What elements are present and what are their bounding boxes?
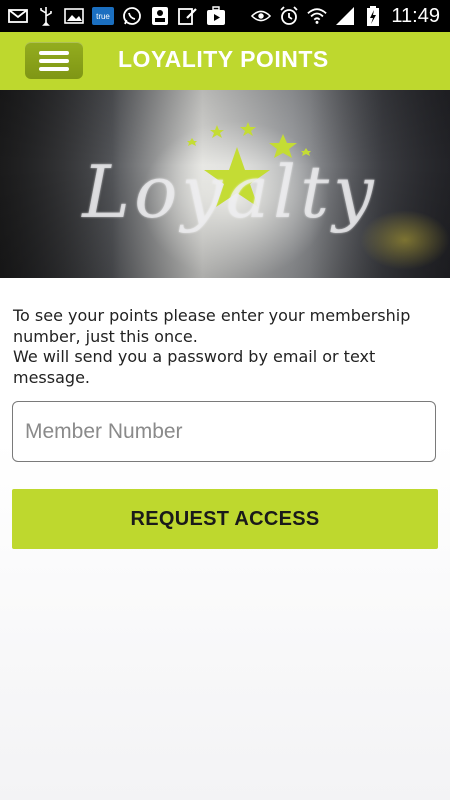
play-store-icon bbox=[206, 6, 226, 26]
edit-icon bbox=[178, 6, 198, 26]
usb-icon bbox=[36, 6, 56, 26]
id-card-icon bbox=[150, 6, 170, 26]
member-number-input[interactable] bbox=[12, 401, 436, 462]
alarm-icon bbox=[279, 6, 299, 26]
status-clock: 11:49 bbox=[391, 4, 440, 27]
page-title: LOYALITY POINTS bbox=[118, 46, 329, 72]
instructions-text: To see your points please enter your mem… bbox=[13, 306, 433, 388]
image-icon bbox=[64, 6, 84, 26]
true-app-icon: true bbox=[92, 7, 114, 25]
menu-button[interactable] bbox=[25, 42, 83, 79]
instruction-line-2: We will send you a password by email or … bbox=[13, 347, 376, 387]
whatsapp-icon bbox=[122, 6, 142, 26]
status-bar: true 11:49 bbox=[0, 0, 450, 32]
hamburger-icon bbox=[39, 50, 69, 55]
mail-icon bbox=[8, 6, 28, 26]
instruction-line-1: To see your points please enter your mem… bbox=[13, 306, 411, 346]
app-bar: LOYALITY POINTS bbox=[0, 32, 450, 90]
eye-icon bbox=[251, 6, 272, 26]
wifi-icon bbox=[307, 6, 328, 26]
battery-charging-icon bbox=[363, 6, 383, 26]
request-access-button[interactable]: REQUEST ACCESS bbox=[12, 489, 438, 549]
loyalty-banner-image: Loyalty bbox=[0, 90, 450, 278]
banner-title: Loyalty bbox=[82, 150, 378, 234]
signal-icon bbox=[335, 6, 355, 26]
notification-icons: true bbox=[0, 6, 226, 26]
system-icons: 11:49 bbox=[251, 5, 450, 28]
